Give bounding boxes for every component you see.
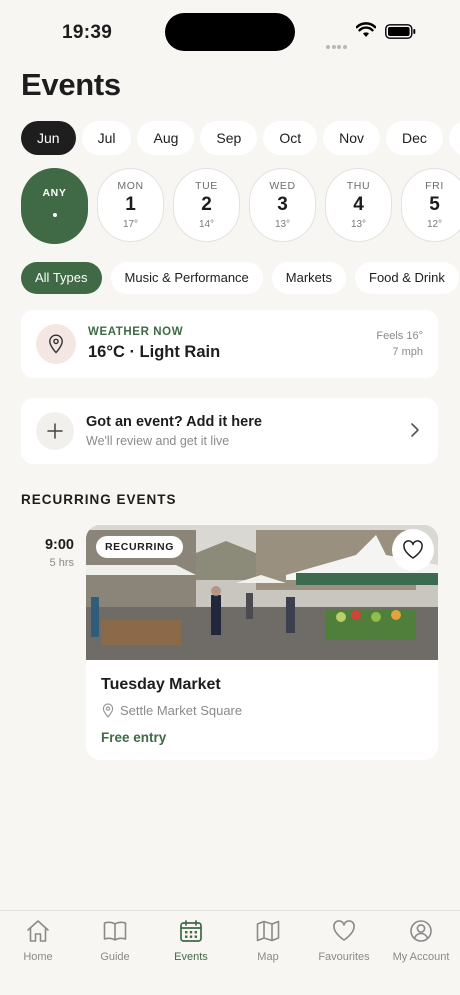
- weather-feels-like: Feels 16°: [376, 330, 423, 342]
- section-title: RECURRING EVENTS: [21, 492, 177, 507]
- day-number: 1: [125, 194, 136, 215]
- tab-my-account[interactable]: My Account: [383, 918, 459, 963]
- plus-icon: [36, 412, 74, 450]
- day-temp: 12°: [426, 219, 443, 230]
- day-item[interactable]: THU 4 13°: [325, 168, 392, 242]
- battery-icon: [385, 24, 416, 39]
- day-item[interactable]: TUE 2 14°: [173, 168, 240, 242]
- weather-kicker: WEATHER NOW: [88, 326, 184, 338]
- status-time: 19:39: [62, 22, 113, 43]
- event-location: Settle Market Square: [120, 703, 243, 718]
- weather-wind: 7 mph: [392, 346, 423, 358]
- add-event-title: Got an event? Add it here: [86, 414, 262, 430]
- month-selector: Jun Jul Aug Sep Oct Nov Dec: [21, 121, 460, 155]
- day-any-dot: [52, 213, 57, 217]
- event-duration: 5 hrs: [49, 557, 74, 569]
- tab-favourites[interactable]: Favourites: [306, 918, 382, 963]
- day-name: TUE: [195, 180, 218, 192]
- map-icon: [256, 920, 280, 942]
- weather-summary: 16°C · Light Rain: [88, 343, 221, 361]
- status-bar: 19:39: [0, 0, 460, 62]
- event-card[interactable]: RECURRING Tuesday Market Settle Market S…: [86, 525, 438, 760]
- type-chip-food[interactable]: Food & Drink: [355, 262, 459, 294]
- tab-map[interactable]: Map: [230, 918, 306, 963]
- month-chip[interactable]: Jul: [81, 121, 132, 155]
- weather-card: WEATHER NOW 16°C · Light Rain Feels 16° …: [21, 310, 438, 378]
- month-chip[interactable]: Oct: [263, 121, 318, 155]
- tab-bar: Home Guide Events Map Favourites My Acco…: [0, 910, 460, 995]
- dynamic-island: [165, 13, 295, 51]
- day-number: 3: [277, 194, 288, 215]
- day-temp: 17°: [122, 219, 139, 230]
- wifi-icon: [356, 22, 376, 37]
- month-chip[interactable]: Sep: [200, 121, 258, 155]
- recurring-badge: RECURRING: [96, 536, 183, 558]
- heart-icon: [333, 920, 355, 941]
- event-price: Free entry: [101, 730, 167, 745]
- tab-guide[interactable]: Guide: [77, 918, 153, 963]
- month-chip[interactable]: Jun: [21, 121, 76, 155]
- type-chip-all[interactable]: All Types: [21, 262, 102, 294]
- favourite-button[interactable]: [392, 529, 434, 571]
- day-name: FRI: [425, 180, 444, 192]
- day-number: 5: [429, 194, 440, 215]
- day-name: THU: [346, 180, 371, 192]
- tab-label: Events: [174, 951, 208, 963]
- event-time: 9:00: [44, 537, 74, 553]
- day-any[interactable]: ANY: [21, 168, 88, 244]
- page-title: Events: [21, 67, 121, 102]
- day-name: MON: [117, 180, 144, 192]
- add-event-card[interactable]: Got an event? Add it here We'll review a…: [21, 398, 438, 464]
- type-filter: All Types Music & Performance Markets Food …: [21, 262, 460, 294]
- event-title: Tuesday Market: [101, 676, 221, 693]
- day-item[interactable]: WED 3 13°: [249, 168, 316, 242]
- month-chip[interactable]: Aug: [137, 121, 195, 155]
- location-pin-icon: [102, 703, 114, 718]
- tab-label: My Account: [392, 951, 450, 963]
- tab-label: Map: [257, 951, 279, 963]
- chevron-right-icon: [411, 423, 419, 437]
- tab-label: Favourites: [318, 951, 370, 963]
- month-chip[interactable]: Nov: [323, 121, 381, 155]
- tab-label: Guide: [100, 951, 130, 963]
- tab-label: Home: [23, 951, 53, 963]
- month-chip[interactable]: Dec: [386, 121, 443, 155]
- day-selector: ANY MON 1 17° TUE 2 14° WED 3 13° THU 4 …: [21, 168, 460, 246]
- day-temp: 14°: [198, 219, 215, 230]
- account-icon: [410, 920, 432, 942]
- day-any-label: ANY: [42, 187, 67, 199]
- type-chip-markets[interactable]: Markets: [271, 262, 347, 294]
- day-temp: 13°: [274, 219, 291, 230]
- book-icon: [103, 921, 127, 941]
- day-item[interactable]: MON 1 17°: [97, 168, 164, 242]
- day-name: WED: [269, 180, 296, 192]
- day-temp: 13°: [350, 219, 367, 230]
- add-event-subtitle: We'll review and get it live: [86, 434, 230, 448]
- day-number: 2: [201, 194, 212, 215]
- calendar-icon: [180, 920, 202, 942]
- home-icon: [27, 920, 49, 942]
- signal-icon: [326, 36, 348, 49]
- day-item[interactable]: FRI 5 12°: [401, 168, 460, 242]
- location-pin-icon: [36, 324, 76, 364]
- month-chip-partial[interactable]: [448, 121, 460, 155]
- type-chip-music[interactable]: Music & Performance: [110, 262, 263, 294]
- tab-home[interactable]: Home: [0, 918, 76, 963]
- tab-events[interactable]: Events: [153, 918, 229, 963]
- day-number: 4: [353, 194, 364, 215]
- heart-icon: [403, 540, 423, 559]
